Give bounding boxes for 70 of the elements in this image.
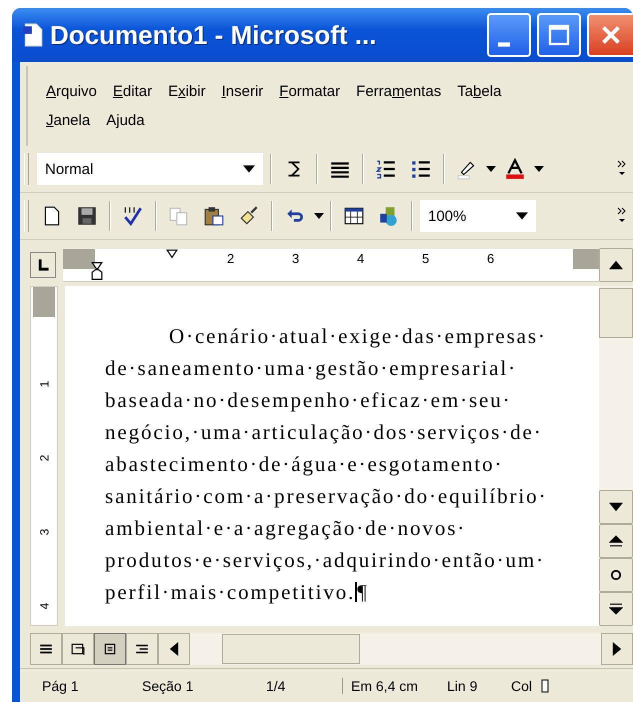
- menu-item[interactable]: Exibir: [168, 83, 206, 100]
- outline-view-button[interactable]: [126, 633, 158, 665]
- ruler-number: 4: [357, 250, 366, 268]
- tab-selector-button[interactable]: [30, 252, 56, 278]
- ruler-number: 3: [37, 528, 51, 536]
- scroll-thumb[interactable]: [599, 288, 633, 338]
- zoom-dropdown[interactable]: 100%: [419, 199, 537, 233]
- previous-page-button[interactable]: [599, 524, 633, 558]
- ruler-number: 3: [292, 250, 300, 268]
- web-view-button[interactable]: [62, 633, 94, 665]
- menu-item[interactable]: Editar: [112, 83, 152, 100]
- style-dropdown[interactable]: Normal: [36, 152, 264, 186]
- view-icon: [39, 642, 53, 656]
- ruler-number: 1: [37, 380, 51, 388]
- view-icon: [103, 642, 117, 656]
- tab-stop-icon: [36, 258, 50, 272]
- horizontal-scroll-thumb[interactable]: [222, 634, 360, 664]
- scroll-up-button[interactable]: [599, 248, 633, 282]
- view-icon: [71, 642, 85, 656]
- window-title: Documento1 - Microsoft ...: [50, 20, 378, 50]
- right-arrow-icon: [610, 642, 624, 656]
- status-text: Pág 1: [42, 678, 80, 694]
- ruler-number: 6: [487, 250, 496, 268]
- dropdown-arrow-icon: [516, 212, 528, 220]
- minimize-button[interactable]: [487, 13, 531, 57]
- menu-item[interactable]: Tabela: [457, 83, 502, 100]
- status-text: Seção 1: [142, 678, 194, 694]
- paragraph: O·cenário·atual·exige·das·empresas· de·saneamento·uma·gestão·empresarial· baseada·no·desempenho·eficaz·em·seu· negócio,·uma·articulação·dos·serviços·de· abastecimento·de·água·e·esgotamento· sanitário·com·a·preservação·do·equilíbrio· ambiental·e·a·agregação·de·novos· produtos·e·serviços,·adquirindo·então·um· perfil·mais·competitivo.¶: [105, 323, 548, 606]
- scroll-right-button[interactable]: [601, 633, 633, 665]
- circle-icon: [609, 569, 623, 581]
- caret-icon[interactable]: [486, 166, 496, 172]
- down-arrow-icon: [609, 501, 623, 513]
- ruler-margin: [573, 248, 599, 268]
- caret-icon[interactable]: [534, 166, 544, 172]
- close-button[interactable]: [587, 13, 633, 57]
- ruler-number: 5: [422, 250, 430, 268]
- document-icon: [22, 23, 44, 47]
- up-arrow-icon: [609, 535, 623, 547]
- caret-icon[interactable]: [314, 213, 324, 219]
- ruler-number: 2: [37, 454, 51, 462]
- ruler-margin: [33, 287, 55, 317]
- maximize-button[interactable]: [537, 13, 581, 57]
- minimize-icon: [498, 42, 510, 46]
- status-text: Col: [511, 678, 534, 694]
- scroll-left-button[interactable]: [158, 633, 190, 665]
- left-arrow-icon: [167, 642, 181, 656]
- scroll-down-button[interactable]: [599, 490, 633, 524]
- ruler-margin: [63, 248, 95, 268]
- status-text: Em 6,4 cm: [351, 678, 419, 694]
- status-text: 1/4: [266, 678, 343, 694]
- menu-item[interactable]: Arquivo: [46, 83, 97, 100]
- indent-marker-icon[interactable]: [166, 248, 178, 260]
- menu-item[interactable]: Inserir: [222, 83, 264, 100]
- rectangle-icon: [541, 678, 549, 694]
- ruler-number: 4: [37, 602, 51, 610]
- menu-item[interactable]: Janela: [46, 112, 90, 129]
- menu-item[interactable]: Formatar: [279, 83, 340, 100]
- down-arrow-icon: [609, 603, 623, 615]
- next-page-button[interactable]: [599, 592, 633, 626]
- dropdown-arrow-icon: [243, 165, 255, 173]
- ruler-number: 2: [227, 250, 236, 268]
- view-icon: [135, 642, 149, 656]
- print-view-button[interactable]: [94, 633, 126, 665]
- menu-item[interactable]: Ajuda: [106, 112, 145, 129]
- normal-view-button[interactable]: [30, 633, 62, 665]
- browse-object-button[interactable]: [599, 558, 633, 592]
- menu-item[interactable]: Ferramentas: [356, 83, 442, 100]
- indent-marker-icon[interactable]: [91, 260, 103, 280]
- status-text: Lin 9: [447, 678, 478, 694]
- up-arrow-icon: [609, 259, 623, 271]
